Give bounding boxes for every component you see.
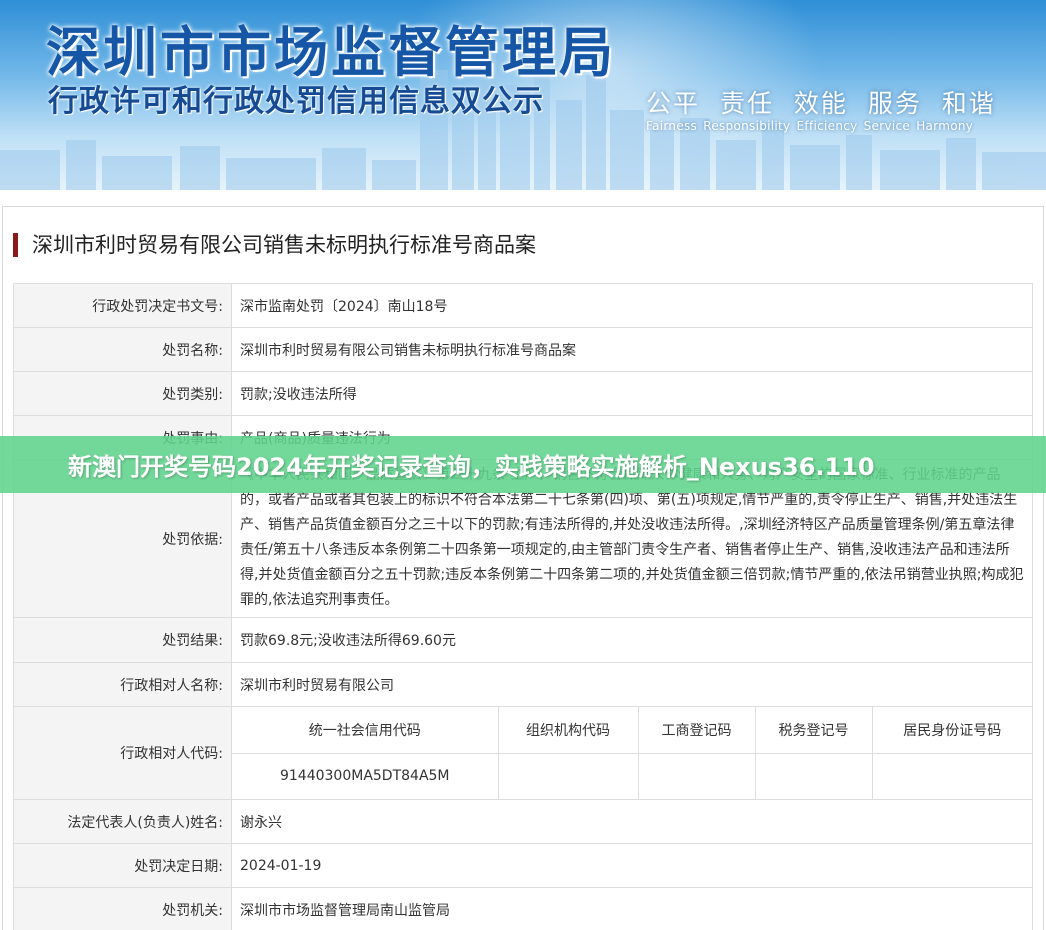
doc-number-label: 行政处罚决定书文号:	[13, 283, 232, 328]
decision-date-value: 2024-01-19	[231, 843, 1033, 888]
org-code-value	[497, 752, 639, 799]
party-name-value: 深圳市利时贸易有限公司	[231, 662, 1033, 707]
party-code-value-row: 91440300MA5DT84A5M	[232, 752, 1032, 799]
category-value: 罚款;没收违法所得	[231, 371, 1033, 416]
decision-date-label: 处罚决定日期:	[13, 843, 232, 888]
authority-value: 深圳市市场监督管理局南山监管局	[231, 887, 1033, 930]
result-value: 罚款69.8元;没收违法所得69.60元	[231, 617, 1033, 663]
id-number-header: 居民身份证号码	[871, 707, 1032, 754]
party-name-label: 行政相对人名称:	[13, 662, 232, 707]
party-code-label: 行政相对人代码:	[13, 706, 232, 800]
org-code-header: 组织机构代码	[497, 707, 639, 754]
party-code-header-row: 统一社会信用代码 组织机构代码 工商登记码 税务登记号 居民身份证号码	[232, 707, 1032, 754]
table-row: 处罚名称: 深圳市利时贸易有限公司销售未标明执行标准号商品案	[13, 327, 1033, 372]
motto-english: Fairness Responsibility Efficiency Servi…	[646, 119, 974, 133]
table-row: 处罚机关: 深圳市市场监督管理局南山监管局	[13, 887, 1033, 930]
credit-code-header: 统一社会信用代码	[232, 707, 499, 754]
table-row: 法定代表人(负责人)姓名: 谢永兴	[13, 799, 1033, 844]
site-subtitle: 行政许可和行政处罚信用信息双公示	[48, 84, 544, 119]
id-number-value	[871, 752, 1032, 799]
legal-rep-label: 法定代表人(负责人)姓名:	[13, 799, 232, 844]
category-label: 处罚类别:	[13, 371, 232, 416]
credit-code-value: 91440300MA5DT84A5M	[232, 752, 499, 799]
business-reg-header: 工商登记码	[637, 707, 756, 754]
case-detail-panel: 深圳市利时贸易有限公司销售未标明执行标准号商品案 行政处罚决定书文号: 深市监南…	[2, 206, 1044, 930]
case-name-value: 深圳市利时贸易有限公司销售未标明执行标准号商品案	[231, 327, 1033, 372]
table-row: 处罚结果: 罚款69.8元;没收违法所得69.60元	[13, 617, 1033, 663]
heading-accent-bar	[13, 233, 18, 257]
table-row: 行政相对人代码: 统一社会信用代码 组织机构代码 工商登记码 税务登记号 居民身…	[13, 706, 1033, 800]
case-heading: 深圳市利时贸易有限公司销售未标明执行标准号商品案	[13, 231, 536, 259]
result-label: 处罚结果:	[13, 617, 232, 663]
legal-rep-value: 谢永兴	[231, 799, 1033, 844]
authority-label: 处罚机关:	[13, 887, 232, 930]
table-row: 行政处罚决定书文号: 深市监南处罚〔2024〕南山18号	[13, 283, 1033, 328]
business-reg-value	[637, 752, 756, 799]
tax-reg-value	[754, 752, 873, 799]
party-code-cell: 统一社会信用代码 组织机构代码 工商登记码 税务登记号 居民身份证号码 9144…	[231, 706, 1033, 800]
table-row: 处罚类别: 罚款;没收违法所得	[13, 371, 1033, 416]
party-code-table: 统一社会信用代码 组织机构代码 工商登记码 税务登记号 居民身份证号码 9144…	[232, 707, 1032, 799]
penalty-info-table: 行政处罚决定书文号: 深市监南处罚〔2024〕南山18号 处罚名称: 深圳市利时…	[13, 283, 1033, 930]
overlay-text: 新澳门开奖号码2024年开奖记录查询，实践策略实施解析_Nexus36.110	[68, 453, 875, 481]
header-banner: 深圳市市场监督管理局 行政许可和行政处罚信用信息双公示 公平 责任 效能 服务 …	[0, 0, 1046, 190]
doc-number-value: 深市监南处罚〔2024〕南山18号	[231, 283, 1033, 328]
table-row: 行政相对人名称: 深圳市利时贸易有限公司	[13, 662, 1033, 707]
motto-chinese: 公平 责任 效能 服务 和谐	[646, 89, 996, 118]
overlay-banner: 新澳门开奖号码2024年开奖记录查询，实践策略实施解析_Nexus36.110	[0, 436, 1046, 493]
case-title-text: 深圳市利时贸易有限公司销售未标明执行标准号商品案	[32, 233, 536, 257]
table-row: 处罚决定日期: 2024-01-19	[13, 843, 1033, 888]
case-name-label: 处罚名称:	[13, 327, 232, 372]
tax-reg-header: 税务登记号	[754, 707, 873, 754]
